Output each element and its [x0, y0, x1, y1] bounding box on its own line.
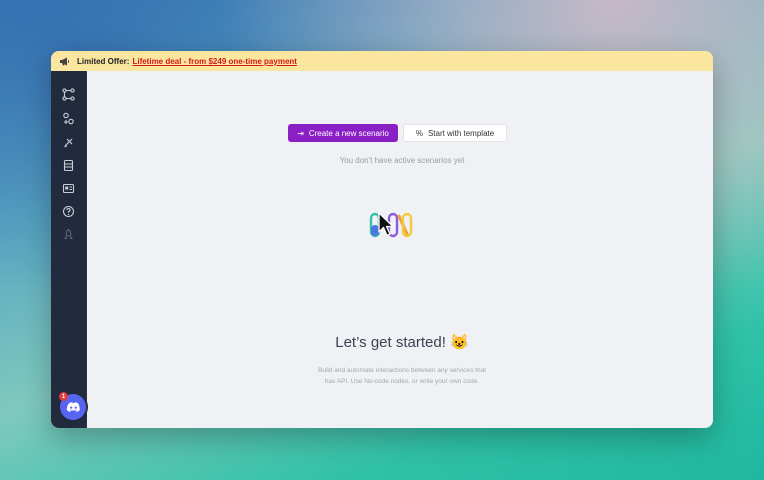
app-window: Limited Offer: Lifetime deal - from $249… — [51, 51, 713, 428]
plugin-icon[interactable] — [61, 135, 76, 150]
rocket-icon[interactable] — [61, 227, 76, 242]
mouse-cursor-icon — [378, 212, 396, 238]
main-content: ⇥ Create a new scenario % Start with tem… — [87, 71, 713, 428]
start-template-label: Start with template — [427, 128, 495, 138]
create-scenario-label: Create a new scenario — [308, 128, 389, 138]
notification-badge: 1 — [59, 392, 68, 401]
offer-link[interactable]: Lifetime deal - from $249 one-time payme… — [132, 57, 297, 66]
promo-banner: Limited Offer: Lifetime deal - from $249… — [51, 51, 713, 71]
get-started-heading: Let’s get started! 😺 — [335, 334, 469, 351]
storage-icon[interactable] — [61, 158, 76, 173]
connections-icon[interactable] — [61, 111, 76, 126]
arrow-in-icon: ⇥ — [297, 128, 304, 138]
create-scenario-button[interactable]: ⇥ Create a new scenario — [288, 124, 398, 142]
discord-icon — [66, 401, 81, 413]
sidebar: 1 — [51, 71, 87, 428]
empty-state-text: You don't have active scenarios yet — [339, 156, 465, 165]
scenarios-icon[interactable] — [61, 87, 76, 102]
megaphone-icon — [59, 57, 71, 66]
percent-icon: % — [415, 128, 423, 138]
help-icon[interactable] — [61, 204, 76, 219]
templates-icon[interactable] — [61, 181, 76, 196]
banner-label: Limited Offer: — [77, 56, 130, 66]
discord-button[interactable]: 1 — [59, 392, 86, 420]
start-template-button[interactable]: % Start with template — [403, 124, 507, 142]
get-started-description: Build and automate interactions between … — [317, 367, 487, 385]
